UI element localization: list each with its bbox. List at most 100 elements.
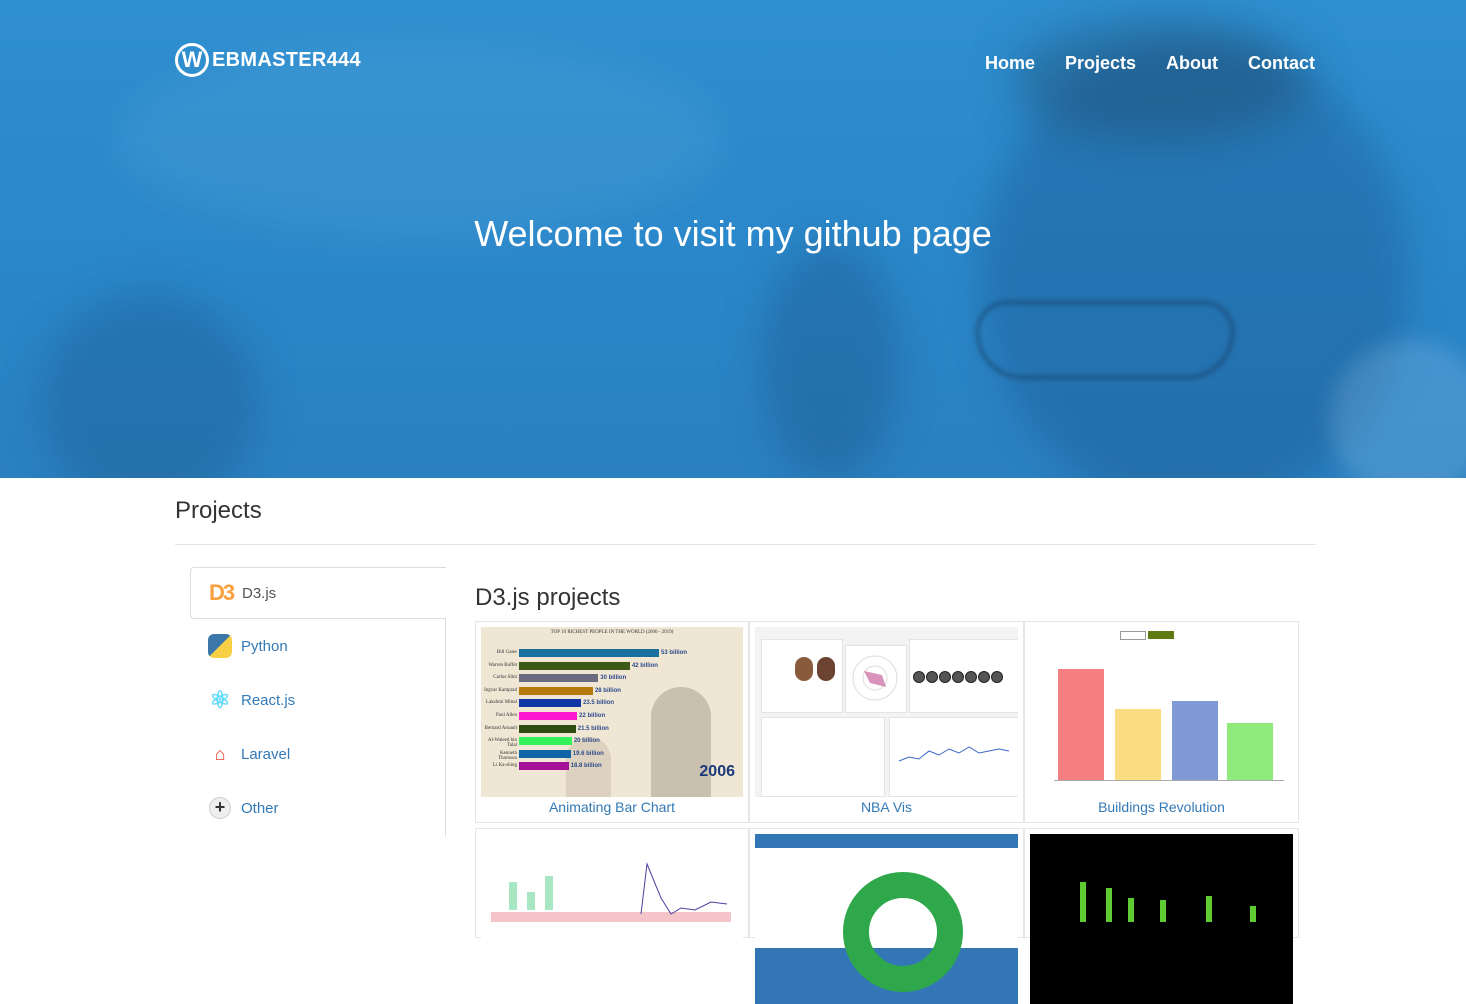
hero-background-blur (40, 290, 260, 478)
thumbnail-radar (852, 655, 898, 701)
hero-background-blur (760, 240, 900, 478)
project-card[interactable] (475, 828, 749, 1004)
thumbnail-bar-value: 22 billion (579, 713, 606, 719)
thumbnail-bar-value: 42 billion (631, 662, 658, 669)
thumbnail-bar-label: Bernard Arnault (484, 725, 517, 731)
thumbnail-bar (545, 876, 553, 910)
thumbnail-button (1148, 631, 1174, 639)
project-tabs: D3 D3.js Python ⚛ React.js ⌂ Laravel + O… (190, 567, 446, 837)
thumbnail-ball (939, 671, 951, 683)
nba-vis-thumbnail[interactable] (755, 627, 1018, 797)
tab-label: React.js (241, 691, 296, 709)
thumbnail-bar (1106, 888, 1112, 922)
thumbnail-bar-value: 23.5 billion (583, 700, 615, 707)
nav-contact[interactable]: Contact (1248, 53, 1315, 74)
thumbnail-bar (519, 661, 630, 670)
thumbnail-area (1172, 701, 1218, 781)
thumbnail-chart-title: TOP 10 RICHEST PEOPLE IN THE WORLD (2000… (550, 630, 674, 635)
thumbnail-ball (991, 671, 1003, 683)
project-thumbnail[interactable] (1030, 834, 1293, 1004)
thumbnail-bar (519, 674, 599, 683)
project-thumbnail[interactable] (481, 834, 743, 1004)
thumbnail-bar-value: 30 billion (600, 675, 627, 682)
thumbnail-bar (519, 762, 569, 771)
logo-text: EBMASTER444 (212, 48, 361, 71)
thumbnail-bar (519, 699, 582, 708)
card-caption[interactable]: NBA Vis (750, 799, 1023, 815)
python-icon (207, 633, 233, 659)
tab-laravel[interactable]: ⌂ Laravel (190, 728, 444, 780)
thumbnail-bar (509, 882, 517, 910)
tab-label: D3.js (242, 584, 277, 602)
thumbnail-ball (978, 671, 990, 683)
thumbnail-bar (1160, 900, 1166, 922)
d3-icon: D3 (208, 580, 235, 605)
thumbnail-bar (519, 737, 572, 746)
nav-about[interactable]: About (1166, 53, 1218, 74)
thumbnail-bar (519, 649, 659, 657)
thumbnail-ball (965, 671, 977, 683)
card-caption[interactable]: Animating Bar Chart (476, 799, 748, 815)
project-card-nba-vis[interactable]: NBA Vis (749, 621, 1024, 823)
main-nav: Home Projects About Contact (985, 53, 1315, 74)
react-icon: ⚛ (209, 686, 231, 714)
card-caption[interactable]: Buildings Revolution (1025, 799, 1298, 815)
thumbnail-area (1227, 723, 1273, 781)
nav-home[interactable]: Home (985, 53, 1035, 74)
thumbnail-line-chart (898, 746, 1010, 762)
thumbnail-bar (1206, 896, 1212, 922)
thumbnail-axis (1054, 780, 1284, 781)
thumbnail-ball (952, 671, 964, 683)
thumbnail-bar (1250, 906, 1256, 922)
thumbnail-bar (1128, 898, 1134, 922)
site-logo[interactable]: W EBMASTER444 (175, 43, 361, 77)
thumbnail-player-photo (795, 657, 813, 681)
hero-background-blur (1010, 20, 1310, 140)
projects-heading: Projects (175, 497, 262, 524)
animating-bar-chart-thumbnail[interactable]: TOP 10 RICHEST PEOPLE IN THE WORLD (2000… (481, 627, 743, 797)
thumbnail-bar (519, 712, 578, 720)
tab-python[interactable]: Python (190, 620, 444, 672)
nav-projects[interactable]: Projects (1065, 53, 1136, 74)
tab-d3js[interactable]: D3 D3.js (190, 567, 446, 619)
thumbnail-select (1120, 631, 1146, 640)
project-thumbnail[interactable] (755, 834, 1018, 1004)
thumbnail-player-photo (817, 657, 835, 681)
thumbnail-bar-value: 20 billion (573, 738, 600, 745)
hero-banner: W EBMASTER444 Home Projects About Contac… (0, 0, 1466, 478)
tab-label: Python (241, 637, 288, 655)
project-card[interactable] (1024, 828, 1299, 1004)
thumbnail-bar (1080, 882, 1086, 922)
tab-label: Other (241, 799, 279, 817)
tab-reactjs[interactable]: ⚛ React.js (190, 674, 444, 726)
thumbnail-bar (527, 892, 535, 910)
tab-label: Laravel (241, 745, 291, 763)
hero-background-glasses (975, 300, 1235, 380)
thumbnail-area (1058, 669, 1104, 781)
plus-icon: + (207, 795, 233, 821)
thumbnail-bar-label: Bill Gates (496, 650, 517, 655)
logo-icon: W (175, 43, 209, 77)
project-card[interactable] (749, 828, 1024, 1004)
thumbnail-bar-value: 18.8 billion (570, 763, 602, 770)
thumbnail-bar (519, 724, 576, 733)
thumbnail-bar-label: Lakshmi Mittal (486, 700, 517, 706)
thumbnail-bar-label: Kenneth Thomson (498, 750, 517, 761)
thumbnail-bar-label: Warren Buffet (488, 662, 517, 668)
thumbnail-bar (519, 749, 571, 758)
buildings-revolution-thumbnail[interactable] (1030, 627, 1293, 797)
thumbnail-line (640, 862, 728, 915)
thumbnail-ball (926, 671, 938, 683)
tab-other[interactable]: + Other (190, 782, 444, 834)
thumbnail-year-label: 2006 (699, 763, 735, 780)
project-card-buildings-revolution[interactable]: Buildings Revolution (1024, 621, 1299, 823)
thumbnail-bar-label: Ingvar Kamprad (484, 687, 517, 693)
thumbnail-bar-label: Li Ka-shing (492, 763, 517, 769)
hero-title: Welcome to visit my github page (474, 213, 992, 254)
project-card-animating-bar-chart[interactable]: TOP 10 RICHEST PEOPLE IN THE WORLD (2000… (475, 621, 749, 823)
thumbnail-bar-value: 53 billion (661, 650, 688, 656)
thumbnail-bar-value: 19.6 billion (572, 750, 604, 757)
thumbnail-ball (913, 671, 925, 683)
thumbnail-panel (761, 717, 885, 797)
thumbnail-bar-label: Al-Waleed bin Talal (487, 738, 517, 749)
